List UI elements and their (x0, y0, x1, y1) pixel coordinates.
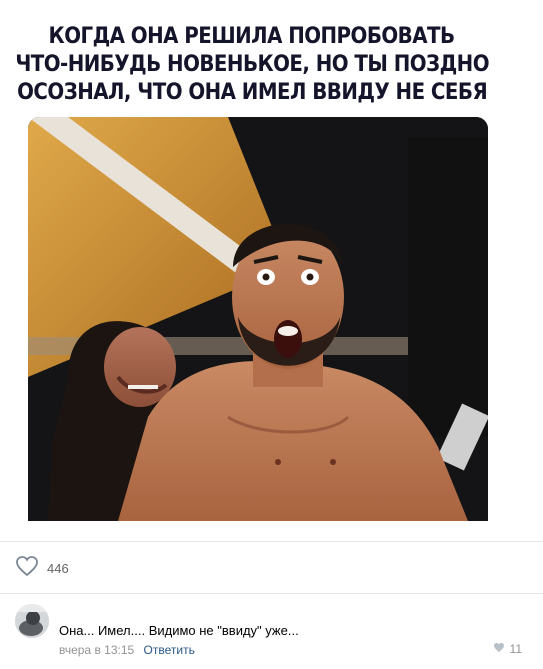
likes-count: 446 (47, 560, 69, 576)
divider-top (0, 541, 543, 542)
comment-like-button[interactable]: 11 (493, 642, 522, 656)
meme-caption-line-2: что-нибудь новенькое, но ты поздно (15, 52, 489, 77)
wrestlers-photo-illustration (28, 117, 488, 521)
avatar[interactable] (15, 604, 49, 638)
meme-caption: Когда она решила попробовать что-нибудь … (14, 10, 490, 120)
comment-text: Она... Имел.... Видимо не "ввиду" уже... (59, 623, 299, 638)
comment-item: Она... Имел.... Видимо не "ввиду" уже...… (15, 604, 530, 664)
reply-button[interactable]: Ответить (144, 643, 195, 657)
divider-bottom (0, 593, 543, 594)
heart-outline-icon (15, 555, 39, 582)
meme-caption-line-3: осознал, что она имел ввиду не себя (16, 80, 488, 105)
comment-meta: вчера в 13:15 Ответить (59, 643, 195, 657)
post-image[interactable]: Когда она решила попробовать что-нибудь … (14, 10, 490, 523)
meme-photo (28, 117, 488, 521)
post-like-button[interactable]: 446 (15, 555, 69, 582)
heart-icon (493, 642, 505, 656)
meme-caption-line-1: Когда она решила попробовать (49, 24, 456, 49)
comment-likes-count: 11 (509, 642, 522, 656)
comment-time[interactable]: вчера в 13:15 (59, 643, 134, 657)
